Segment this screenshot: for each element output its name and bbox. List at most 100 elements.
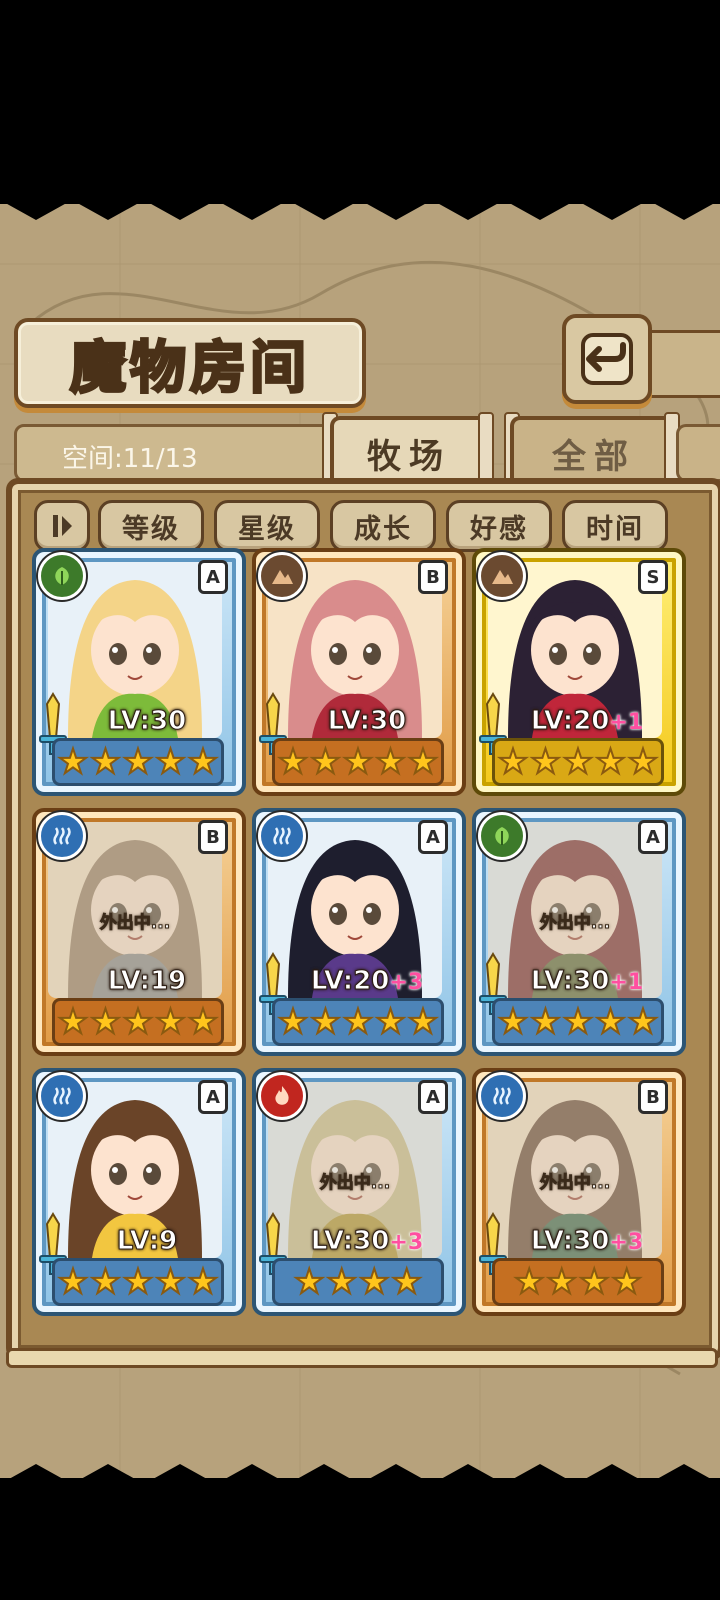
star-icon: ★: [497, 1002, 530, 1042]
grade-badge: B: [418, 560, 448, 594]
star-icon: ★: [374, 742, 407, 782]
monster-card[interactable]: B 外出中... LV:30+3 ★ ★ ★ ★: [472, 1068, 686, 1316]
star-icon: ★: [187, 1262, 220, 1302]
grade-badge: S: [638, 560, 668, 594]
star-rating: ★ ★ ★ ★ ★: [492, 738, 664, 786]
level-value: LV:20: [530, 706, 610, 737]
torn-edge-top: [0, 196, 720, 220]
monster-card[interactable]: B 外出中... LV:19 ★ ★ ★ ★ ★: [32, 808, 246, 1056]
level-value: LV:19: [107, 966, 187, 997]
level-bonus: +1: [609, 970, 644, 995]
monster-card[interactable]: A LV:30 ★ ★ ★ ★ ★: [32, 548, 246, 796]
fire-icon: [258, 1072, 306, 1120]
level-value: LV:9: [116, 1226, 178, 1257]
star-rating: ★ ★ ★ ★: [492, 1258, 664, 1306]
monster-card[interactable]: A 外出中... LV:30+3 ★ ★ ★ ★: [252, 1068, 466, 1316]
panel-bottom-rail: [6, 1348, 718, 1368]
star-icon: ★: [594, 1002, 627, 1042]
level-label: LV:20+3: [292, 966, 442, 997]
star-icon: ★: [407, 1002, 440, 1042]
star-icon: ★: [610, 1262, 643, 1302]
water-icon: [478, 1072, 526, 1120]
star-icon: ★: [57, 1262, 90, 1302]
monster-card[interactable]: A 外出中... LV:30+1 ★ ★ ★ ★ ★: [472, 808, 686, 1056]
star-icon: ★: [187, 1002, 220, 1042]
back-strip: [640, 330, 720, 398]
space-capacity: 空间:11/13: [62, 444, 198, 474]
star-icon: ★: [390, 1262, 423, 1302]
sort-star-button[interactable]: 星级: [214, 500, 320, 552]
sort-affection-button[interactable]: 好感: [446, 500, 552, 552]
star-rating: ★ ★ ★ ★ ★: [272, 998, 444, 1046]
leaf-icon: [478, 812, 526, 860]
grade-badge: A: [418, 1080, 448, 1114]
away-status: 外出中...: [539, 1173, 611, 1194]
star-icon: ★: [513, 1262, 546, 1302]
star-icon: ★: [277, 1002, 310, 1042]
star-icon: ★: [562, 1002, 595, 1042]
level-value: LV:30: [310, 1226, 390, 1257]
level-value: LV:30: [327, 706, 407, 737]
away-status: 外出中...: [319, 1173, 391, 1194]
level-label: LV:9: [72, 1226, 222, 1257]
level-bonus: +3: [389, 1230, 424, 1255]
grade-badge: A: [198, 1080, 228, 1114]
star-icon: ★: [545, 1262, 578, 1302]
star-icon: ★: [529, 1002, 562, 1042]
level-value: LV:20: [310, 966, 390, 997]
star-icon: ★: [578, 1262, 611, 1302]
mountain-icon: [478, 552, 526, 600]
level-label: LV:30+1: [512, 966, 662, 997]
star-rating: ★ ★ ★ ★: [272, 1258, 444, 1306]
sort-level-button[interactable]: 等级: [98, 500, 204, 552]
level-label: LV:19: [72, 966, 222, 997]
sort-order-toggle-button[interactable]: [34, 500, 90, 552]
tab-all[interactable]: 全部: [510, 416, 678, 486]
star-icon: ★: [89, 1262, 122, 1302]
level-label: LV:30+3: [292, 1226, 442, 1257]
back-button[interactable]: [562, 314, 652, 404]
star-icon: ★: [529, 742, 562, 782]
star-icon: ★: [374, 1002, 407, 1042]
star-rating: ★ ★ ★ ★ ★: [52, 738, 224, 786]
monster-card[interactable]: A LV:20+3 ★ ★ ★ ★ ★: [252, 808, 466, 1056]
level-value: LV:30: [107, 706, 187, 737]
sort-growth-button[interactable]: 成长: [330, 500, 436, 552]
star-icon: ★: [497, 742, 530, 782]
star-icon: ★: [89, 742, 122, 782]
star-rating: ★ ★ ★ ★ ★: [52, 998, 224, 1046]
star-icon: ★: [154, 1002, 187, 1042]
star-icon: ★: [122, 742, 155, 782]
leaf-icon: [38, 552, 86, 600]
star-icon: ★: [342, 1002, 375, 1042]
star-icon: ★: [89, 1002, 122, 1042]
water-icon: [38, 812, 86, 860]
level-label: LV:20+1: [512, 706, 662, 737]
star-icon: ★: [309, 742, 342, 782]
star-icon: ★: [57, 742, 90, 782]
monster-card[interactable]: B LV:30 ★ ★ ★ ★ ★: [252, 548, 466, 796]
star-icon: ★: [122, 1262, 155, 1302]
star-icon: ★: [187, 742, 220, 782]
sort-toolbar: 等级 星级 成长 好感 时间: [34, 500, 694, 552]
sort-time-button[interactable]: 时间: [562, 500, 668, 552]
tab-ranch[interactable]: 牧场: [330, 416, 488, 486]
level-value: LV:30: [530, 1226, 610, 1257]
grade-badge: A: [198, 560, 228, 594]
star-rating: ★ ★ ★ ★ ★: [272, 738, 444, 786]
grade-badge: B: [638, 1080, 668, 1114]
water-icon: [258, 812, 306, 860]
star-rating: ★ ★ ★ ★ ★: [52, 1258, 224, 1306]
tab-rail-right: [676, 424, 720, 482]
monster-card[interactable]: S LV:20+1 ★ ★ ★ ★ ★: [472, 548, 686, 796]
monster-card[interactable]: A LV:9 ★ ★ ★ ★ ★: [32, 1068, 246, 1316]
return-arrow-icon: [581, 333, 633, 385]
navigation-bar-area: [0, 1478, 720, 1600]
water-icon: [38, 1072, 86, 1120]
star-icon: ★: [309, 1002, 342, 1042]
level-bonus: +3: [609, 1230, 644, 1255]
star-icon: ★: [342, 742, 375, 782]
level-bonus: +1: [609, 710, 644, 735]
star-icon: ★: [594, 742, 627, 782]
away-status: 外出中...: [539, 913, 611, 934]
